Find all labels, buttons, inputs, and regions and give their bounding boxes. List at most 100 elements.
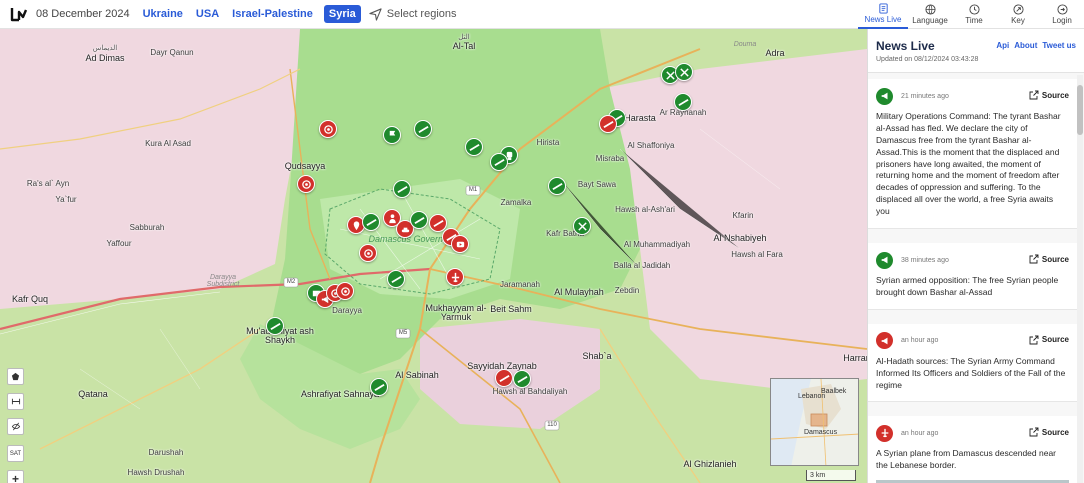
tweet-us-link[interactable]: Tweet us bbox=[1042, 41, 1076, 50]
hide-layer-button[interactable] bbox=[7, 418, 24, 435]
draw-polygon-button[interactable] bbox=[7, 368, 24, 385]
news-item[interactable]: 21 minutes ago Source Military Operation… bbox=[868, 79, 1077, 230]
place-label-kura-al-asad: Kura Al Asad bbox=[145, 139, 191, 148]
select-regions-button[interactable]: Select regions bbox=[369, 7, 457, 21]
place-label-ashrafiyat-sahnaya: Ashrafiyat Sahnaya bbox=[300, 389, 380, 399]
map-event-marker[interactable] bbox=[387, 270, 405, 288]
pin-icon bbox=[353, 220, 359, 230]
source-label: Source bbox=[1041, 335, 1069, 345]
news-item-time: an hour ago bbox=[901, 337, 939, 345]
place-label-hawsh-al-bahdaliyah: Hawsh al Bahdaliyah bbox=[492, 387, 568, 396]
zoom-in-button[interactable]: + bbox=[7, 470, 24, 483]
updated-timestamp: Updated on 08/12/2024 03:43:28 bbox=[876, 56, 979, 63]
map-event-marker[interactable] bbox=[573, 217, 591, 235]
road-label-m5: M5 bbox=[398, 330, 408, 336]
map-event-marker[interactable] bbox=[370, 378, 388, 396]
place-label-al-muhammadiyah: Al Muhammadiyah bbox=[623, 240, 691, 249]
overview-minimap[interactable]: Lebanon Baalbek Damascus bbox=[770, 378, 859, 466]
map-event-marker[interactable] bbox=[513, 370, 531, 388]
rifle-icon bbox=[498, 374, 510, 382]
top-bar: 08 December 2024 Ukraine USA Israel-Pale… bbox=[0, 0, 1084, 29]
nav-time[interactable]: Time bbox=[952, 0, 996, 29]
news-icon bbox=[878, 3, 888, 14]
map-event-marker[interactable] bbox=[495, 369, 513, 387]
news-item-time: 38 minutes ago bbox=[901, 256, 949, 264]
place-label-ad-dimas: Ad Dimas bbox=[85, 53, 125, 63]
news-feed-scrollbar[interactable] bbox=[1077, 75, 1083, 483]
scrollbar-thumb[interactable] bbox=[1077, 85, 1083, 135]
top-nav: News Live Language Time Key Login bbox=[858, 0, 1084, 29]
news-item-time: an hour ago bbox=[901, 429, 939, 437]
megaphone-icon bbox=[876, 251, 893, 269]
map-event-marker[interactable] bbox=[266, 317, 284, 335]
app-logo-icon[interactable] bbox=[8, 3, 30, 25]
map-event-marker[interactable] bbox=[446, 268, 464, 286]
map-event-marker[interactable] bbox=[548, 177, 566, 195]
nav-login[interactable]: Login bbox=[1040, 0, 1084, 29]
news-item-text: Al-Hadath sources: The Syrian Army Comma… bbox=[876, 355, 1066, 390]
rifle-icon bbox=[493, 158, 505, 166]
place-label-beit-sahm: Beit Sahm bbox=[490, 304, 532, 314]
rifle-icon bbox=[602, 120, 614, 128]
about-link[interactable]: About bbox=[1014, 41, 1037, 50]
news-item-source-link[interactable]: Source bbox=[1029, 254, 1069, 264]
place-label-darushah: Darushah bbox=[148, 448, 184, 457]
rifle-icon bbox=[396, 185, 408, 193]
minimap-label-baalbek: Baalbek bbox=[821, 388, 847, 395]
nav-key[interactable]: Key bbox=[996, 0, 1040, 29]
news-item[interactable]: an hour ago Source Al-Hadath sources: Th… bbox=[868, 323, 1077, 403]
place-label-zamalka: Zamalka bbox=[500, 198, 532, 207]
map-event-marker[interactable] bbox=[675, 63, 693, 81]
map-event-marker[interactable] bbox=[383, 126, 401, 144]
map-event-marker[interactable] bbox=[297, 175, 315, 193]
api-link[interactable]: Api bbox=[996, 41, 1009, 50]
place-label-kafr-quq: Kafr Quq bbox=[11, 294, 49, 304]
map-event-marker[interactable] bbox=[359, 244, 377, 262]
video-icon bbox=[456, 241, 464, 247]
pentagon-icon bbox=[11, 372, 20, 381]
satellite-toggle-button[interactable]: SAT bbox=[7, 445, 24, 462]
login-icon bbox=[1056, 4, 1068, 15]
news-item[interactable]: an hour ago Source A Syrian plane from D… bbox=[868, 416, 1077, 483]
region-tab-syria[interactable]: Syria bbox=[323, 5, 361, 23]
map-event-marker[interactable] bbox=[414, 120, 432, 138]
nav-time-label: Time bbox=[965, 16, 983, 25]
region-tab-usa[interactable]: USA bbox=[196, 8, 219, 20]
rifle-icon bbox=[551, 182, 563, 190]
map-event-marker[interactable] bbox=[410, 211, 428, 229]
place-label-douma: Douma bbox=[733, 41, 757, 48]
measure-button[interactable] bbox=[7, 393, 24, 410]
measure-icon bbox=[11, 398, 20, 405]
place-label-al-tal: Al-Tal bbox=[452, 41, 476, 51]
region-tab-ukraine[interactable]: Ukraine bbox=[143, 8, 183, 20]
map-event-marker[interactable] bbox=[674, 93, 692, 111]
news-item-source-link[interactable]: Source bbox=[1029, 335, 1069, 345]
map-event-marker[interactable] bbox=[393, 180, 411, 198]
map-event-marker[interactable] bbox=[362, 213, 380, 231]
news-item-text: Military Operations Command: The tyrant … bbox=[876, 111, 1061, 217]
target-icon bbox=[323, 124, 333, 134]
place-label-dayr-qanun: Dayr Qanun bbox=[150, 48, 194, 57]
nav-news-live[interactable]: News Live bbox=[858, 0, 908, 29]
external-link-icon bbox=[1029, 428, 1039, 437]
eye-slash-icon bbox=[11, 422, 20, 431]
place-label-jaramanah: Jaramanah bbox=[499, 280, 541, 289]
target-icon bbox=[301, 179, 311, 189]
nav-login-label: Login bbox=[1052, 16, 1072, 25]
external-link-icon bbox=[1029, 254, 1039, 264]
news-item-source-link[interactable]: Source bbox=[1029, 90, 1069, 100]
map-event-marker[interactable] bbox=[451, 235, 469, 253]
map-event-marker[interactable] bbox=[336, 282, 354, 300]
conflict-map[interactable]: M2 M1 M5 110 الديماس Ad Dimas Dayr Qanun… bbox=[0, 29, 867, 483]
news-feed[interactable]: 21 minutes ago Source Military Operation… bbox=[868, 75, 1077, 483]
map-event-marker[interactable] bbox=[490, 153, 508, 171]
map-event-marker[interactable] bbox=[319, 120, 337, 138]
news-item-source-link[interactable]: Source bbox=[1029, 427, 1069, 437]
tank-icon bbox=[401, 227, 409, 232]
region-tab-israel-palestine[interactable]: Israel-Palestine bbox=[232, 8, 313, 20]
news-item[interactable]: 38 minutes ago Source Syrian armed oppos… bbox=[868, 243, 1077, 310]
nav-language[interactable]: Language bbox=[908, 0, 952, 29]
map-event-marker[interactable] bbox=[465, 138, 483, 156]
map-event-marker[interactable] bbox=[599, 115, 617, 133]
source-label: Source bbox=[1041, 427, 1069, 437]
